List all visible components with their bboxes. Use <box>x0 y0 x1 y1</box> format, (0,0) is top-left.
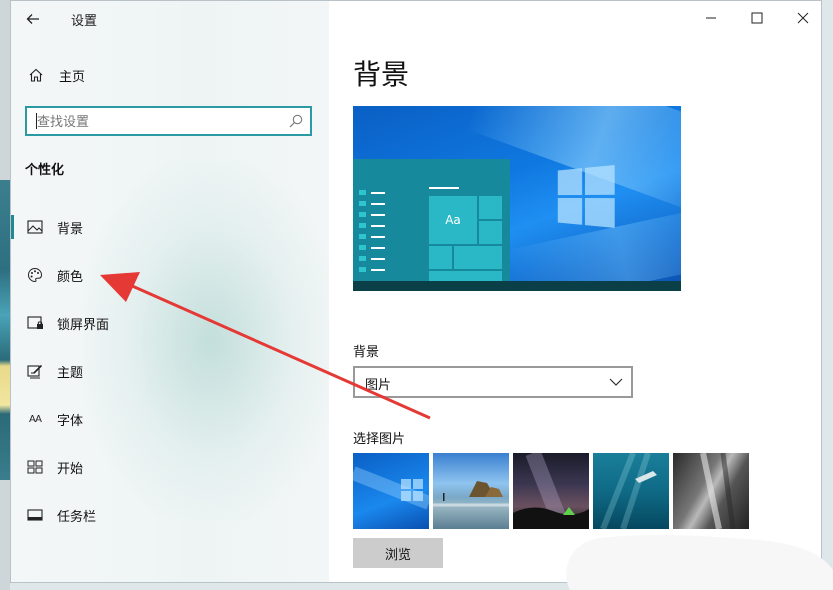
desktop-preview: Aa <box>353 106 681 291</box>
picture-icon <box>25 217 45 237</box>
preview-start-menu: Aa <box>353 159 510 284</box>
select-value: 图片 <box>365 378 392 393</box>
choose-picture-label: 选择图片 <box>353 432 406 447</box>
page-title: 背景 <box>353 58 410 91</box>
desktop-wallpaper-strip <box>0 180 10 480</box>
text-caret <box>36 113 37 129</box>
search-box[interactable] <box>25 106 312 136</box>
sidebar-item-fonts[interactable]: AA 字体 <box>11 395 329 443</box>
preview-tile <box>479 221 502 244</box>
sidebar-item-label: 锁屏界面 <box>57 317 110 333</box>
thumbnail-rock-cliff[interactable] <box>673 453 749 529</box>
sidebar-item-label: 任务栏 <box>57 509 97 525</box>
background-field-label: 背景 <box>353 345 380 360</box>
home-icon <box>27 66 45 84</box>
thumbnail-beach-rocks[interactable] <box>433 453 509 529</box>
browse-button[interactable]: 浏览 <box>353 538 443 568</box>
beach-rocks-image <box>433 481 509 507</box>
sidebar-item-home[interactable]: 主页 <box>27 64 85 86</box>
sidebar-item-themes[interactable]: 主题 <box>11 347 329 395</box>
search-input[interactable] <box>35 111 279 133</box>
chevron-down-icon <box>609 378 623 386</box>
sidebar-item-label: 字体 <box>57 413 84 429</box>
preview-tile: Aa <box>429 196 477 244</box>
settings-window: 设置 主页 个性化 <box>10 0 822 583</box>
search-icon[interactable] <box>288 113 304 129</box>
font-icon: AA <box>29 413 42 425</box>
sidebar-item-label: 开始 <box>57 461 84 477</box>
night-sky-image <box>513 453 589 529</box>
palette-icon <box>25 265 45 285</box>
taskbar-icon <box>25 505 45 525</box>
redaction-blob <box>566 534 833 590</box>
lock-screen-icon <box>25 313 45 333</box>
windows-logo-icon <box>353 466 429 510</box>
preview-tile-header <box>429 187 459 189</box>
app-title: 设置 <box>71 14 98 29</box>
background-type-select[interactable]: 图片 <box>353 366 633 398</box>
thumbnail-night-sky-tent[interactable] <box>513 453 589 529</box>
underwater-image <box>600 453 657 529</box>
preview-tile <box>454 246 502 269</box>
sidebar-item-start[interactable]: 开始 <box>11 443 329 491</box>
sidebar-item-taskbar[interactable]: 任务栏 <box>11 491 329 539</box>
preview-taskbar <box>353 281 681 291</box>
theme-brush-icon <box>25 361 45 381</box>
thumbnail-windows-blue[interactable] <box>353 453 429 529</box>
preview-app-list <box>359 187 387 275</box>
preview-tile <box>479 196 502 219</box>
sidebar-item-label: 主页 <box>59 69 86 85</box>
picture-thumbnails <box>353 453 753 529</box>
rock-cliff-image <box>700 453 736 529</box>
arrow-left-icon <box>26 14 39 24</box>
windows-logo-icon <box>557 165 616 229</box>
sidebar-item-label: 主题 <box>57 365 84 381</box>
section-label: 个性化 <box>25 163 65 178</box>
sidebar-item-lock-screen[interactable]: 锁屏界面 <box>11 299 329 347</box>
main-content: 背景 Aa 背景 图片 选择图片 浏览 <box>329 1 821 582</box>
thumbnail-underwater-swimmer[interactable] <box>593 453 669 529</box>
preview-tile <box>429 271 502 281</box>
sidebar-item-background[interactable]: 背景 <box>11 203 329 251</box>
sidebar: 设置 主页 个性化 <box>11 1 329 582</box>
sidebar-item-label: 背景 <box>57 221 84 237</box>
sidebar-nav: 背景 颜色 锁屏界面 主题 AA 字体 开始 任务栏 <box>11 203 329 539</box>
preview-tile <box>429 246 452 269</box>
start-grid-icon <box>25 457 45 477</box>
desktop-background <box>0 0 10 590</box>
back-button[interactable] <box>21 7 45 31</box>
sidebar-item-colors[interactable]: 颜色 <box>11 251 329 299</box>
title-bar: 设置 <box>11 1 329 37</box>
sidebar-item-label: 颜色 <box>57 269 84 285</box>
